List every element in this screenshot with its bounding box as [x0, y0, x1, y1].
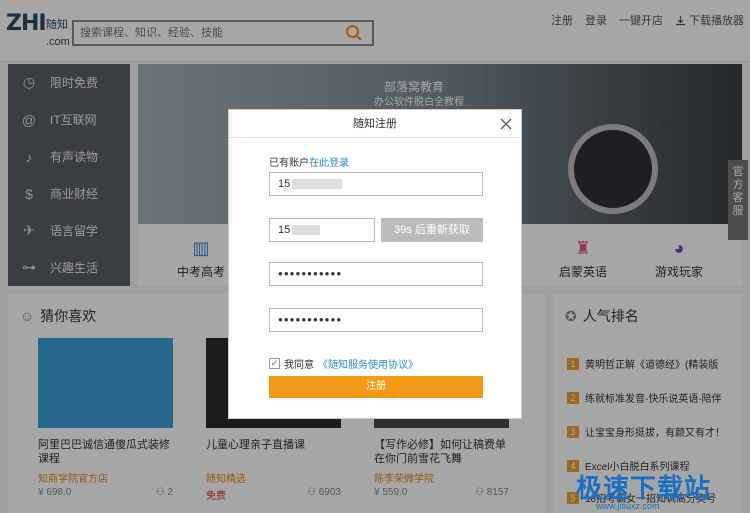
- has-account-label: 已有账户: [269, 158, 309, 169]
- phone-value: 15: [278, 178, 291, 190]
- register-submit-button[interactable]: 注册: [269, 376, 483, 398]
- watermark-logo: 极速下载站 www.jisuxz.com: [576, 468, 746, 511]
- confirm-password-value: ●●●●●●●●●●●: [278, 315, 343, 324]
- dialog-title: 随知注册: [353, 118, 397, 130]
- login-prompt: 已有账户在此登录: [269, 154, 349, 169]
- agreement-row: ✓ 我同意 《随知服务使用协议》: [269, 356, 418, 371]
- agree-checkbox[interactable]: ✓: [269, 358, 280, 369]
- resend-code-button[interactable]: 39s 后重新获取: [381, 218, 483, 242]
- watermark-text: 极速下载站: [576, 474, 712, 504]
- watermark-url: www.jisuxz.com: [596, 501, 660, 511]
- close-button[interactable]: [497, 110, 515, 138]
- password-value: ●●●●●●●●●●●: [278, 269, 343, 278]
- terms-link[interactable]: 《随知服务使用协议》: [318, 356, 418, 371]
- confirm-password-field[interactable]: ●●●●●●●●●●●: [269, 308, 483, 332]
- redacted-digits: [292, 225, 321, 236]
- dialog-header: 随知注册: [229, 110, 521, 138]
- password-field[interactable]: ●●●●●●●●●●●: [269, 262, 483, 286]
- agree-label: 我同意: [284, 360, 314, 371]
- close-icon: [500, 118, 512, 130]
- phone-field[interactable]: 15: [269, 172, 483, 196]
- sms-code-value: 15: [278, 224, 291, 236]
- redacted-digits: [292, 179, 343, 190]
- sms-code-field[interactable]: 15: [269, 218, 375, 242]
- register-dialog: 随知注册 已有账户在此登录 15 15 39s 后重新获取 ●●●●●●●●●●…: [228, 109, 522, 419]
- login-link[interactable]: 在此登录: [309, 158, 349, 169]
